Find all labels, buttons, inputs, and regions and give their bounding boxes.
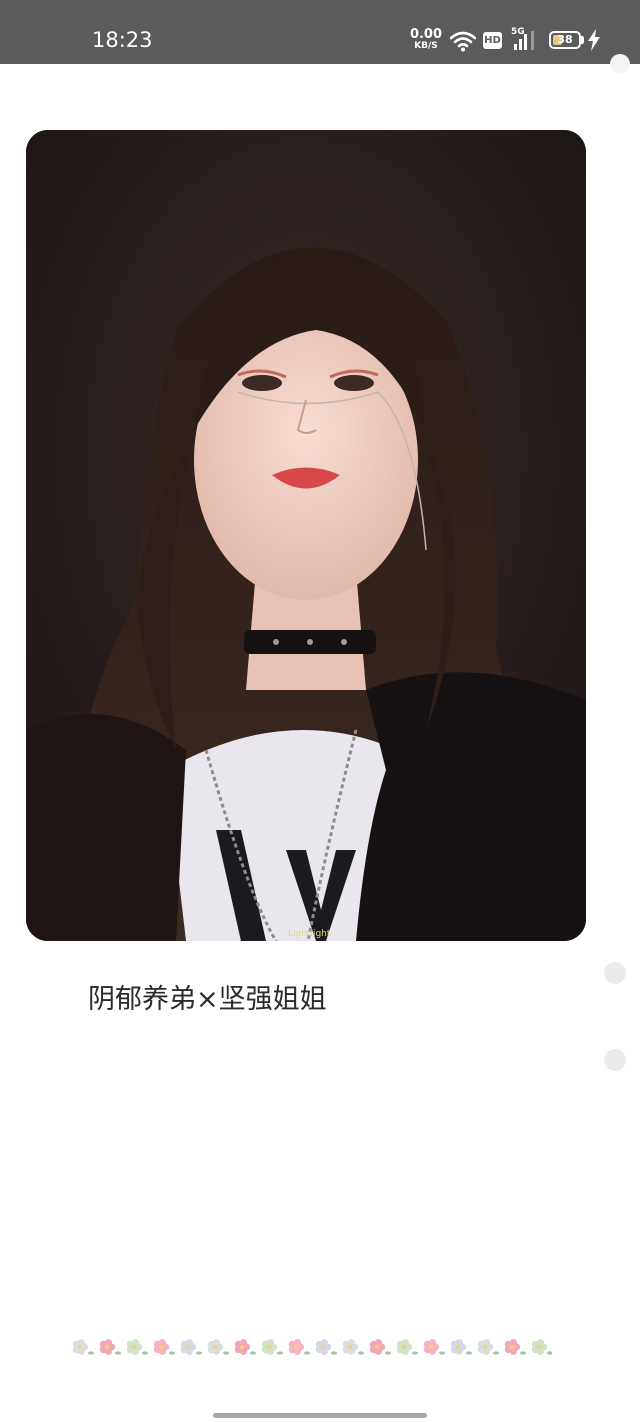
hd-badge: HD xyxy=(483,32,502,49)
flower-icon xyxy=(153,1339,175,1355)
flower-icon xyxy=(477,1339,499,1355)
floating-dot[interactable] xyxy=(604,1049,626,1071)
photo-watermark: Lightlight xyxy=(288,929,331,939)
flower-icon xyxy=(342,1339,364,1355)
portrait-photo[interactable]: Lightlight xyxy=(26,130,586,941)
home-indicator[interactable] xyxy=(213,1413,427,1418)
flower-icon xyxy=(315,1339,337,1355)
network-type-label: 5G xyxy=(511,27,525,37)
flower-icon xyxy=(288,1339,310,1355)
network-speed-value: 0.00 xyxy=(409,27,443,42)
wifi-icon xyxy=(450,31,476,52)
post-caption: 阴郁养弟×坚强姐姐 xyxy=(88,984,327,1015)
flower-icon xyxy=(126,1339,148,1355)
flower-icon xyxy=(234,1339,256,1355)
flower-icon xyxy=(450,1339,472,1355)
flower-icon xyxy=(531,1339,552,1355)
flower-icon xyxy=(180,1339,202,1355)
flower-icon xyxy=(261,1339,283,1355)
portrait-image: Lightlight xyxy=(26,130,586,941)
battery-level: 38 xyxy=(557,33,573,46)
battery-icon: 38 xyxy=(549,31,581,49)
floating-dot[interactable] xyxy=(604,962,626,984)
lightning-bolt-icon xyxy=(588,29,600,51)
flower-icon xyxy=(423,1339,445,1355)
network-speed-indicator: 0.00 KB/S xyxy=(406,28,446,52)
flower-icon xyxy=(99,1339,121,1355)
flower-icon xyxy=(207,1339,229,1355)
flower-icon xyxy=(369,1339,391,1355)
status-time: 18:23 xyxy=(92,28,153,52)
status-bar: 18:23 0.00 KB/S HD 5G 38 xyxy=(0,0,640,64)
flower-icon xyxy=(396,1339,418,1355)
floating-dot[interactable] xyxy=(610,54,630,74)
flower-border-icon xyxy=(72,1339,552,1355)
flower-icon xyxy=(72,1339,94,1355)
flower-icon xyxy=(504,1339,526,1355)
network-speed-unit: KB/S xyxy=(414,41,438,51)
battery-cap xyxy=(581,36,584,44)
